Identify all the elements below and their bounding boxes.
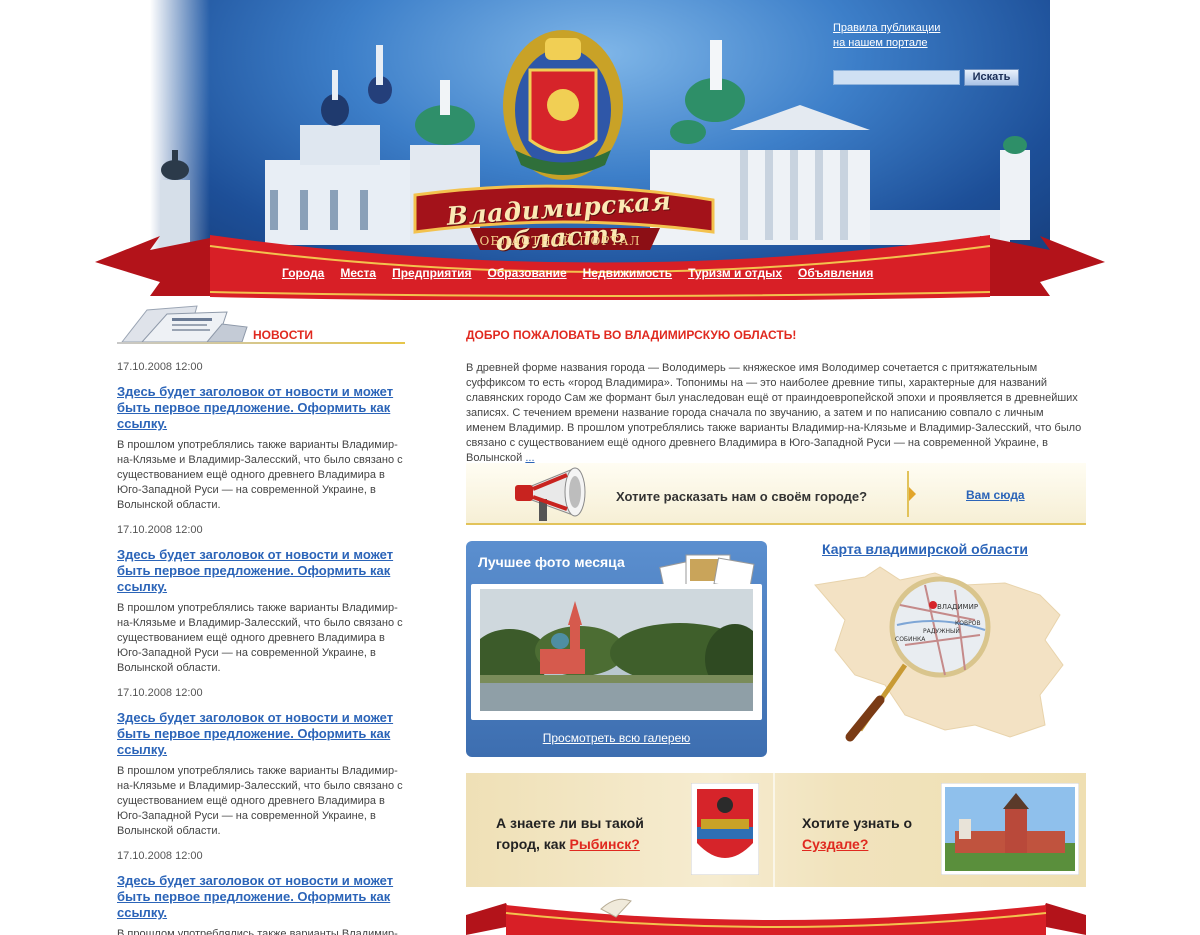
publication-rules-link[interactable]: Правила публикации на нашем портале bbox=[833, 21, 963, 51]
header-illustration bbox=[95, 30, 1105, 300]
share-city-question: Хотите расказать нам о своём городе? bbox=[616, 489, 868, 504]
photo-of-month-widget: Лучшее фото месяца Просмотреть всю галер… bbox=[466, 541, 767, 757]
suzdal-link[interactable]: Суздале? bbox=[802, 836, 868, 852]
suzdal-photo[interactable] bbox=[941, 783, 1079, 875]
news-summary: В прошлом употреблялись также варианты В… bbox=[117, 602, 403, 674]
photo-stack-icon bbox=[659, 554, 755, 589]
news-summary: В прошлом употреблялись также варианты В… bbox=[117, 765, 403, 837]
rybinsk-link[interactable]: Рыбинск? bbox=[569, 836, 639, 852]
welcome-text-block: В древней форме названия города — Володи… bbox=[466, 361, 1086, 466]
news-item: 17.10.2008 12:00 Здесь будет заголовок о… bbox=[117, 687, 407, 839]
promo-rybinsk-line1: А знаете ли вы такой bbox=[496, 815, 644, 831]
news-headline-link[interactable]: Здесь будет заголовок от новости и может… bbox=[117, 710, 407, 758]
coat-of-arms-icon bbox=[503, 30, 623, 180]
nav-item-places[interactable]: Места bbox=[340, 266, 376, 282]
share-city-link[interactable]: Вам сюда bbox=[966, 488, 1025, 502]
news-item: 17.10.2008 12:00 Здесь будет заголовок о… bbox=[117, 524, 407, 676]
header-banner: Владимирская область ОБЛАСТНОЙ ПОРТАЛ Пр… bbox=[0, 0, 1200, 300]
region-map[interactable]: ВЛАДИМИР КОВРОВ РАДУЖНЫЙ СОБИНКА bbox=[805, 565, 1070, 745]
nav-item-real-estate[interactable]: Недвижимость bbox=[583, 266, 672, 282]
photo-frame[interactable] bbox=[471, 584, 762, 720]
map-label-vladimir: ВЛАДИМИР bbox=[937, 603, 978, 611]
news-section-title: НОВОСТИ bbox=[253, 328, 314, 342]
portal-logo-subtitle: ОБЛАСТНОЙ ПОРТАЛ bbox=[479, 234, 641, 248]
publication-rules-line2: на нашем портале bbox=[833, 37, 928, 49]
news-date: 17.10.2008 12:00 bbox=[117, 850, 203, 862]
nav-item-companies[interactable]: Предприятия bbox=[392, 266, 471, 282]
city-promo-banner: А знаете ли вы такой город, как Рыбинск?… bbox=[466, 773, 1086, 887]
page: Владимирская область ОБЛАСТНОЙ ПОРТАЛ Пр… bbox=[0, 0, 1200, 935]
news-headline-link[interactable]: Здесь будет заголовок от новости и может… bbox=[117, 873, 407, 921]
megaphone-icon bbox=[515, 467, 586, 521]
news-summary: В прошлом употреблялись также варианты В… bbox=[117, 928, 398, 935]
news-headline-link[interactable]: Здесь будет заголовок от новости и может… bbox=[117, 384, 407, 432]
nav-item-ads[interactable]: Объявления bbox=[798, 266, 873, 282]
search-button[interactable]: Искать bbox=[964, 69, 1019, 86]
nav-item-tourism[interactable]: Туризм и отдых bbox=[688, 266, 782, 282]
news-summary: В прошлом употреблялись также варианты В… bbox=[117, 439, 403, 511]
map-label-raduzhny: РАДУЖНЫЙ bbox=[923, 628, 960, 635]
news-item: 17.10.2008 12:00 Здесь будет заголовок о… bbox=[117, 361, 407, 513]
nav-item-cities[interactable]: Города bbox=[282, 266, 324, 282]
publication-rules-line1: Правила публикации bbox=[833, 22, 941, 34]
map-label-sobinka: СОБИНКА bbox=[895, 636, 926, 643]
newspapers-icon bbox=[120, 305, 248, 343]
news-date: 17.10.2008 12:00 bbox=[117, 524, 203, 536]
news-divider bbox=[117, 342, 405, 344]
photo-of-month-title: Лучшее фото месяца bbox=[478, 554, 625, 570]
promo-suzdal: Хотите узнать о Суздале? bbox=[802, 813, 912, 855]
welcome-text: В древней форме названия города — Володи… bbox=[466, 362, 1082, 464]
share-city-banner: Хотите расказать нам о своём городе? Вам… bbox=[466, 463, 1086, 525]
news-item: 17.10.2008 12:00 Здесь будет заголовок о… bbox=[117, 850, 407, 935]
news-date: 17.10.2008 12:00 bbox=[117, 361, 203, 373]
footer-ribbon bbox=[466, 898, 1086, 935]
region-map-link[interactable]: Карта владимирской области bbox=[822, 541, 1028, 557]
main-nav: Города Места Предприятия Образование Нед… bbox=[282, 266, 922, 282]
search-input[interactable] bbox=[833, 70, 960, 85]
promo-suzdal-line1: Хотите узнать о bbox=[802, 815, 913, 831]
news-headline-link[interactable]: Здесь будет заголовок от новости и может… bbox=[117, 547, 407, 595]
news-date: 17.10.2008 12:00 bbox=[117, 687, 203, 699]
promo-rybinsk: А знаете ли вы такой город, как Рыбинск? bbox=[496, 813, 644, 855]
promo-rybinsk-line2: город, как bbox=[496, 836, 570, 852]
rybinsk-coat-of-arms[interactable] bbox=[691, 783, 759, 875]
arrow-right-icon bbox=[909, 487, 916, 501]
welcome-title: ДОБРО ПОЖАЛОВАТЬ ВО ВЛАДИМИРСКУЮ ОБЛАСТЬ… bbox=[466, 328, 797, 342]
nav-item-education[interactable]: Образование bbox=[488, 266, 567, 282]
map-label-kovrov: КОВРОВ bbox=[955, 620, 981, 627]
monthly-photo[interactable] bbox=[480, 589, 753, 711]
gallery-link[interactable]: Просмотреть всю галерею bbox=[466, 731, 767, 745]
